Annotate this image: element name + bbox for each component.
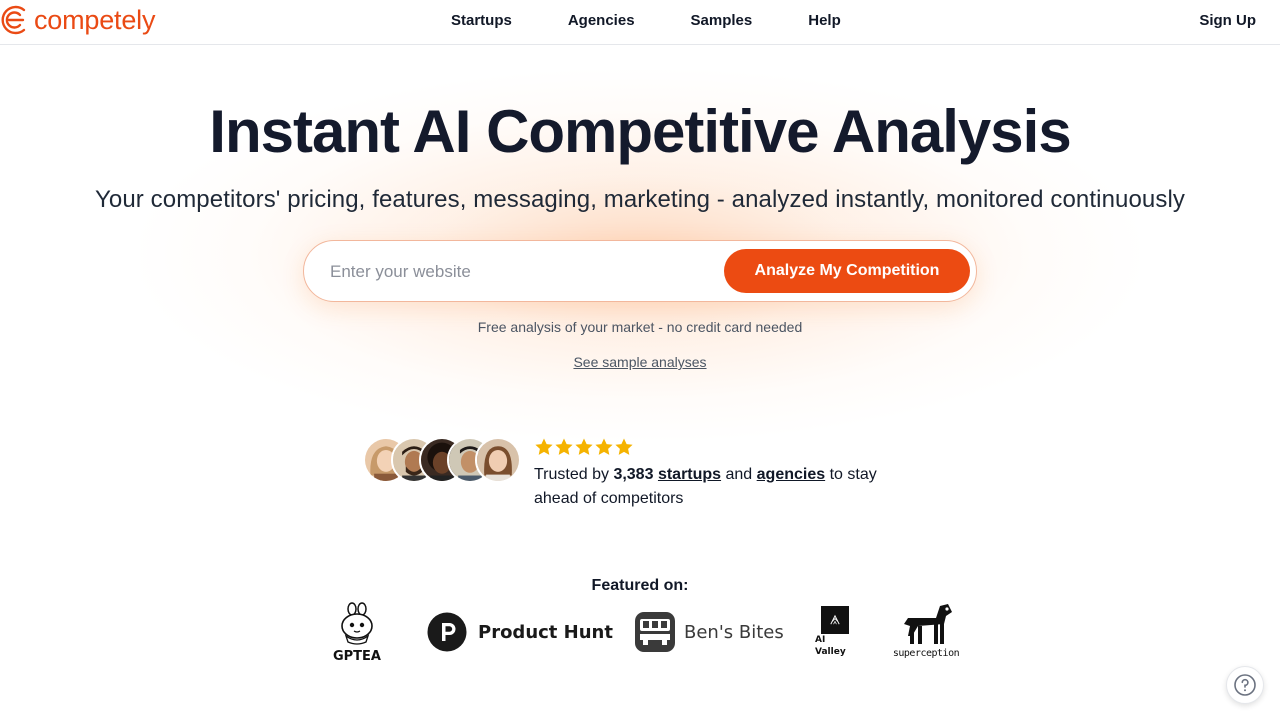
star-icon bbox=[615, 438, 633, 455]
bens-bites-icon bbox=[635, 612, 675, 652]
product-hunt-wordmark: Product Hunt bbox=[478, 621, 613, 643]
rating-stars bbox=[534, 437, 634, 457]
star-icon bbox=[535, 438, 553, 455]
top-nav: competely Startups Agencies Samples Help… bbox=[0, 0, 1280, 45]
product-hunt-icon bbox=[427, 612, 467, 652]
sign-up-link[interactable]: Sign Up bbox=[1199, 12, 1256, 30]
superception-wordmark: superception bbox=[892, 648, 960, 659]
ai-valley-icon bbox=[821, 606, 849, 634]
user-count: 3,383 bbox=[613, 466, 654, 483]
ai-valley-logo[interactable]: AI Valley bbox=[815, 606, 855, 658]
analyze-button[interactable]: Analyze My Competition bbox=[724, 249, 970, 293]
featured-logos: GPTEA Product Hunt Ben's Bites AI Valley… bbox=[0, 600, 1280, 664]
superception-logo[interactable]: superception bbox=[892, 602, 960, 660]
hero-title: Instant AI Competitive Analysis bbox=[209, 98, 1071, 165]
question-mark-icon bbox=[1234, 674, 1256, 696]
gptea-mascot-icon: GPTEA bbox=[333, 602, 381, 662]
brand-logo[interactable]: competely bbox=[0, 4, 155, 36]
star-icon bbox=[555, 438, 573, 455]
brand-name: competely bbox=[34, 5, 156, 35]
free-analysis-note: Free analysis of your market - no credit… bbox=[477, 319, 803, 335]
startups-link[interactable]: startups bbox=[658, 466, 721, 483]
sample-analyses-link[interactable]: See sample analyses bbox=[570, 354, 710, 370]
gptea-wordmark: GPTEA bbox=[333, 649, 381, 662]
agencies-link[interactable]: agencies bbox=[757, 466, 825, 483]
trust-and: and bbox=[721, 466, 757, 483]
featured-title: Featured on: bbox=[591, 577, 689, 594]
ai-valley-wordmark: AI Valley bbox=[815, 635, 846, 657]
trust-statement: Trusted by 3,383 startups and agencies t… bbox=[534, 463, 924, 511]
gptea-logo[interactable]: GPTEA bbox=[324, 602, 390, 662]
hero-subtitle: Your competitors' pricing, features, mes… bbox=[95, 186, 1185, 213]
customer-avatars bbox=[363, 437, 523, 485]
nav-links: Startups Agencies Samples Help bbox=[451, 12, 841, 30]
nav-link-samples[interactable]: Samples bbox=[691, 12, 753, 30]
bens-bites-logo[interactable]: Ben's Bites bbox=[635, 612, 784, 652]
competely-logo-icon bbox=[1, 5, 26, 35]
help-button[interactable] bbox=[1226, 666, 1264, 704]
bens-bites-wordmark: Ben's Bites bbox=[684, 621, 784, 643]
product-hunt-logo[interactable]: Product Hunt bbox=[427, 612, 613, 652]
avatar bbox=[475, 437, 521, 483]
superception-horse-icon bbox=[904, 604, 952, 644]
nav-link-help[interactable]: Help bbox=[808, 12, 841, 30]
website-input[interactable] bbox=[330, 253, 710, 291]
website-search-form: Analyze My Competition bbox=[303, 240, 977, 302]
trust-prefix: Trusted by bbox=[534, 466, 614, 483]
star-icon bbox=[595, 438, 613, 455]
nav-link-agencies[interactable]: Agencies bbox=[568, 12, 635, 30]
nav-link-startups[interactable]: Startups bbox=[451, 12, 512, 30]
star-icon bbox=[575, 438, 593, 455]
